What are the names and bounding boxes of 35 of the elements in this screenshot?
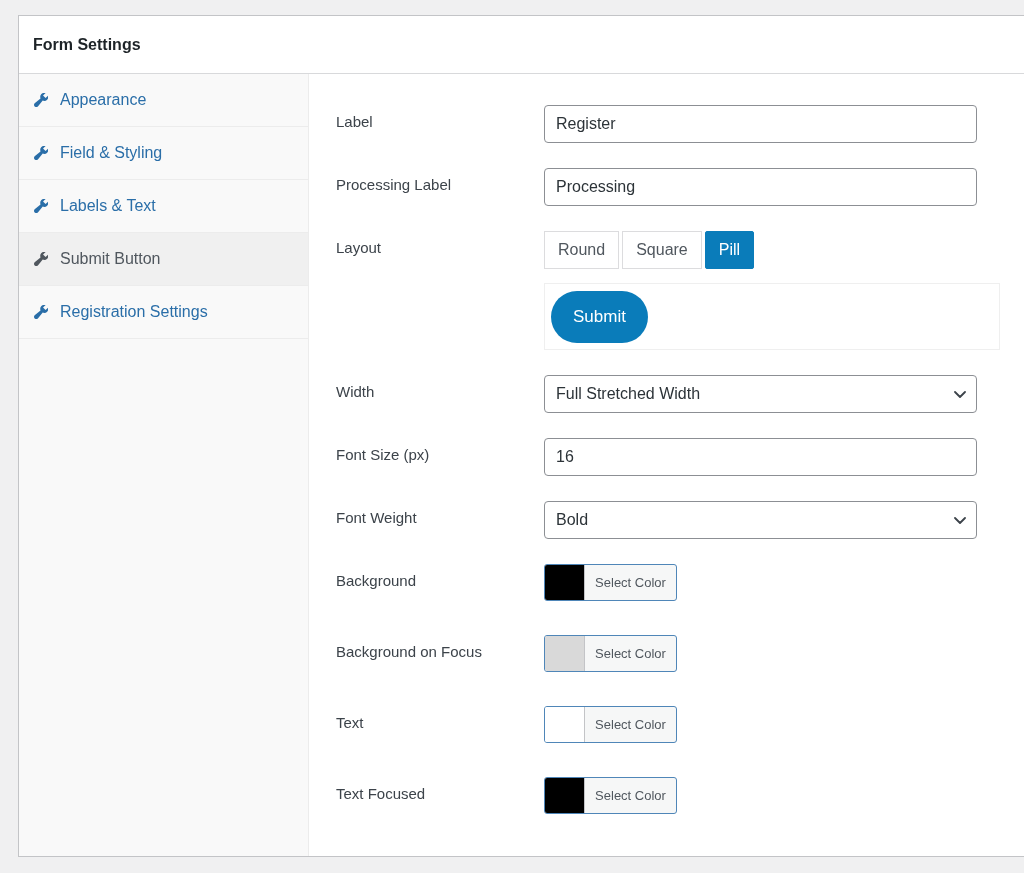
field-label: Processing Label <box>336 175 453 193</box>
color-picker-button[interactable]: Select Color <box>544 706 677 743</box>
sidebar-tab[interactable]: Appearance <box>19 74 308 127</box>
field-label: Background on Focus <box>336 642 483 660</box>
field-label: Text <box>336 713 365 731</box>
layout-option[interactable]: Square <box>622 231 702 269</box>
field-label: Font Weight <box>336 508 418 526</box>
field-label: Layout <box>336 238 383 256</box>
text-field[interactable]: Processing <box>544 168 977 206</box>
wrench-icon <box>34 93 48 107</box>
field-label: Text Focused <box>336 784 427 802</box>
wrench-icon <box>34 146 48 160</box>
text-field[interactable]: 16 <box>544 438 977 476</box>
wrench-icon <box>34 305 48 319</box>
sidebar-tab[interactable]: Field & Styling <box>19 127 308 180</box>
panel-title: Form Settings <box>33 35 141 54</box>
sidebar-tab[interactable]: Registration Settings <box>19 286 308 339</box>
field-label: Width <box>336 382 376 400</box>
color-picker-button[interactable]: Select Color <box>544 635 677 672</box>
color-picker-button[interactable]: Select Color <box>544 777 677 814</box>
chevron-down-icon <box>954 390 966 398</box>
wrench-icon <box>34 199 48 213</box>
sidebar-tab[interactable]: Submit Button <box>19 233 308 286</box>
submit-button-preview[interactable]: Submit <box>551 291 648 343</box>
field-label: Background <box>336 571 418 589</box>
dropdown[interactable]: Bold <box>544 501 977 539</box>
layout-option[interactable]: Pill <box>704 231 755 269</box>
chevron-down-icon <box>954 516 966 524</box>
color-picker-button[interactable]: Select Color <box>544 564 677 601</box>
dropdown[interactable]: Full Stretched Width <box>544 375 977 413</box>
layout-option[interactable]: Round <box>544 231 620 269</box>
field-label: Font Size (px) <box>336 445 431 463</box>
field-label: Label <box>336 112 374 130</box>
wrench-icon <box>34 252 48 266</box>
text-field[interactable]: Register <box>544 105 977 143</box>
